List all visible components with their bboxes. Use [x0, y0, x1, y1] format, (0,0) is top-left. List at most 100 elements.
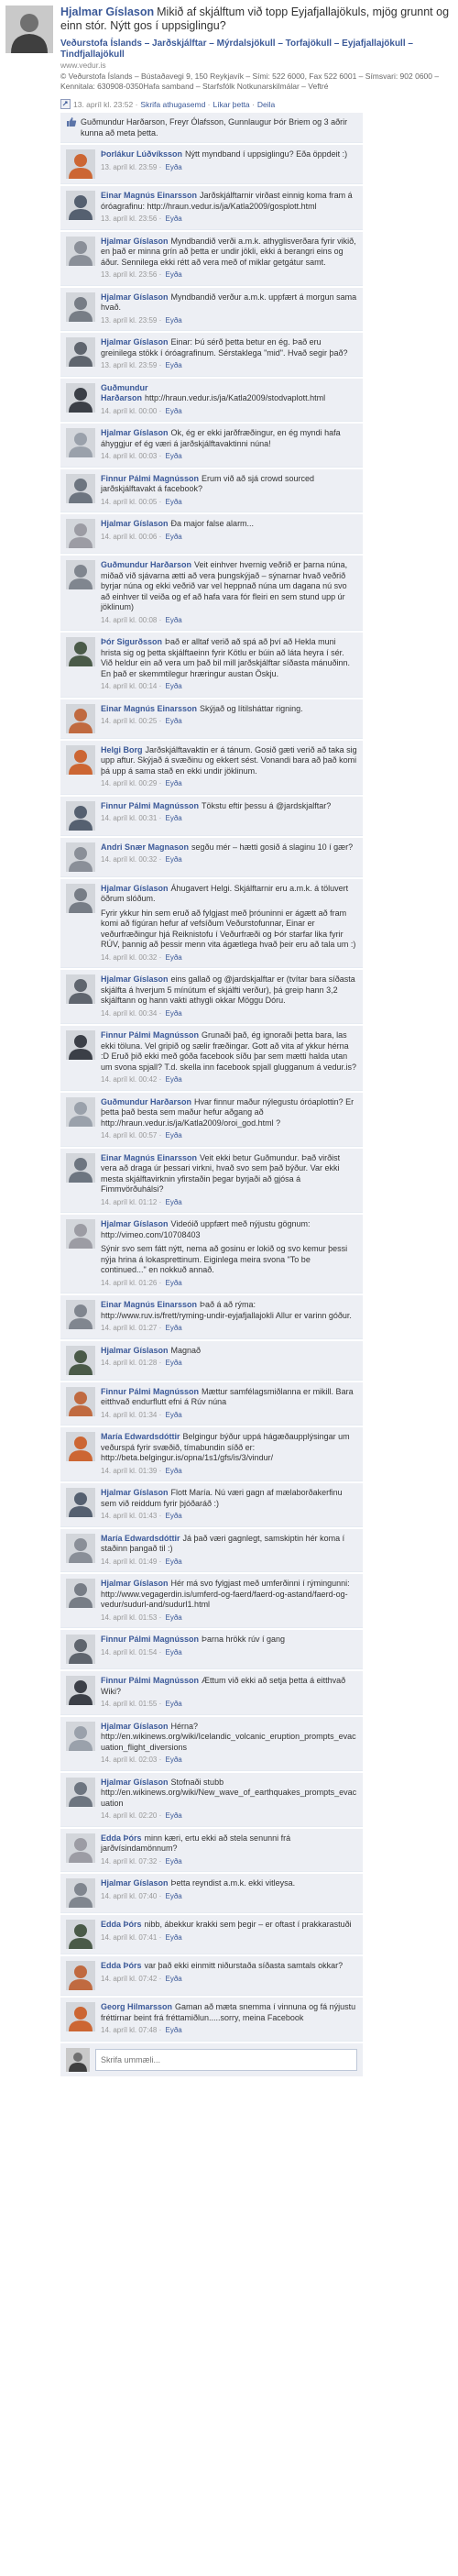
commenter-avatar[interactable] — [66, 1096, 95, 1127]
comment-author[interactable]: Hjalmar Gíslason — [101, 1722, 169, 1731]
comment-author[interactable]: Hjalmar Gíslason — [101, 884, 169, 893]
commenter-avatar[interactable] — [66, 292, 95, 322]
delete-comment-link[interactable]: Eyða — [165, 682, 181, 690]
delete-comment-link[interactable]: Eyða — [165, 855, 181, 864]
delete-comment-link[interactable]: Eyða — [165, 1857, 181, 1866]
comment-author[interactable]: Edda Þórs — [101, 1833, 142, 1843]
delete-comment-link[interactable]: Eyða — [165, 361, 181, 369]
commenter-avatar[interactable] — [66, 637, 95, 666]
commenter-avatar[interactable] — [66, 1386, 95, 1416]
commenter-avatar[interactable] — [66, 883, 95, 913]
comment-author[interactable]: Helgi Borg — [101, 745, 143, 754]
commenter-avatar[interactable] — [66, 236, 95, 266]
attachment-title[interactable]: Veðurstofa Íslands – Jarðskjálftar – Mýr… — [60, 39, 453, 61]
commenter-avatar[interactable] — [66, 428, 95, 457]
commenter-avatar[interactable] — [66, 1878, 95, 1908]
commenter-avatar[interactable] — [66, 382, 95, 413]
commenter-avatar[interactable] — [66, 1721, 95, 1751]
comment-author[interactable]: Hjalmar Gíslason — [101, 237, 169, 246]
comment-author[interactable]: Finnur Pálmi Magnússon — [101, 1676, 199, 1685]
delete-comment-link[interactable]: Eyða — [165, 1811, 181, 1820]
delete-comment-link[interactable]: Eyða — [165, 1279, 181, 1287]
commenter-avatar[interactable] — [66, 560, 95, 589]
delete-comment-link[interactable]: Eyða — [165, 270, 181, 279]
post-author-avatar[interactable] — [5, 6, 53, 53]
delete-comment-link[interactable]: Eyða — [165, 1975, 181, 1983]
likes-text[interactable]: Guðmundur Harðarson, Freyr Ólafsson, Gun… — [81, 116, 357, 138]
comment-author[interactable]: Guðmundur Harðarson — [101, 383, 148, 403]
comment-author[interactable]: Hjalmar Gíslason — [101, 292, 169, 302]
commenter-avatar[interactable] — [66, 149, 95, 179]
comment-author[interactable]: Hjalmar Gíslason — [101, 1219, 169, 1228]
commenter-avatar[interactable] — [66, 1777, 95, 1807]
delete-comment-link[interactable]: Eyða — [165, 1324, 181, 1332]
comment-author[interactable]: Þorlákur Lúðvíksson — [101, 149, 182, 159]
comment-author[interactable]: Hjalmar Gíslason — [101, 1346, 169, 1355]
delete-comment-link[interactable]: Eyða — [165, 1756, 181, 1764]
commenter-avatar[interactable] — [66, 1579, 95, 1608]
commenter-avatar[interactable] — [66, 1219, 95, 1249]
delete-comment-link[interactable]: Eyða — [165, 2026, 181, 2034]
comment-author[interactable]: Hjalmar Gíslason — [101, 428, 169, 437]
delete-comment-link[interactable]: Eyða — [165, 779, 181, 787]
post-author[interactable]: Hjalmar Gíslason — [60, 6, 154, 18]
delete-comment-link[interactable]: Eyða — [165, 1131, 181, 1139]
comment-author[interactable]: Hjalmar Gíslason — [101, 1579, 169, 1588]
comment-author[interactable]: Hjalmar Gíslason — [101, 974, 169, 984]
delete-comment-link[interactable]: Eyða — [165, 1075, 181, 1084]
commenter-avatar[interactable] — [66, 974, 95, 1004]
delete-comment-link[interactable]: Eyða — [165, 1648, 181, 1657]
delete-comment-link[interactable]: Eyða — [165, 1009, 181, 1018]
comment-author[interactable]: Finnur Pálmi Magnússon — [101, 474, 199, 483]
commenter-avatar[interactable] — [66, 519, 95, 548]
comment-author[interactable]: Finnur Pálmi Magnússon — [101, 801, 199, 810]
comment-author[interactable]: Guðmundur Harðarson — [101, 1097, 191, 1106]
delete-comment-link[interactable]: Eyða — [165, 1359, 181, 1367]
delete-comment-link[interactable]: Eyða — [165, 1892, 181, 1900]
comment-link[interactable]: Skrifa athugasemd — [140, 100, 205, 109]
delete-comment-link[interactable]: Eyða — [165, 1411, 181, 1419]
comment-author[interactable]: Einar Magnús Einarsson — [101, 1300, 197, 1309]
comment-author[interactable]: Finnur Pálmi Magnússon — [101, 1030, 199, 1040]
delete-comment-link[interactable]: Eyða — [165, 1933, 181, 1942]
comment-author[interactable]: Hjalmar Gíslason — [101, 519, 169, 528]
delete-comment-link[interactable]: Eyða — [165, 1613, 181, 1622]
delete-comment-link[interactable]: Eyða — [165, 953, 181, 962]
comment-author[interactable]: Finnur Pálmi Magnússon — [101, 1387, 199, 1396]
commenter-avatar[interactable] — [66, 744, 95, 775]
comment-author[interactable]: Hjalmar Gíslason — [101, 1878, 169, 1888]
commenter-avatar[interactable] — [66, 1833, 95, 1863]
delete-comment-link[interactable]: Eyða — [165, 616, 181, 624]
delete-comment-link[interactable]: Eyða — [165, 452, 181, 460]
delete-comment-link[interactable]: Eyða — [165, 533, 181, 541]
comment-author[interactable]: Guðmundur Harðarson — [101, 560, 191, 569]
comment-author[interactable]: Hjalmar Gíslason — [101, 1778, 169, 1787]
commenter-avatar[interactable] — [66, 1152, 95, 1183]
delete-comment-link[interactable]: Eyða — [165, 717, 181, 725]
commenter-avatar[interactable] — [66, 1635, 95, 1664]
delete-comment-link[interactable]: Eyða — [165, 215, 181, 223]
comment-author[interactable]: Hjalmar Gíslason — [101, 337, 169, 347]
delete-comment-link[interactable]: Eyða — [165, 407, 181, 415]
comment-author[interactable]: María Edwardsdóttir — [101, 1432, 180, 1441]
commenter-avatar[interactable] — [66, 1676, 95, 1705]
commenter-avatar[interactable] — [66, 1345, 95, 1375]
delete-comment-link[interactable]: Eyða — [165, 163, 181, 171]
commenter-avatar[interactable] — [66, 1920, 95, 1949]
commenter-avatar[interactable] — [66, 1432, 95, 1461]
commenter-avatar[interactable] — [66, 703, 95, 733]
delete-comment-link[interactable]: Eyða — [165, 1512, 181, 1520]
commenter-avatar[interactable] — [66, 337, 95, 367]
delete-comment-link[interactable]: Eyða — [165, 316, 181, 325]
delete-comment-link[interactable]: Eyða — [165, 1558, 181, 1566]
share-link[interactable]: Deila — [257, 100, 275, 109]
post-timestamp[interactable]: 13. apríl kl. 23:52 — [73, 100, 133, 109]
delete-comment-link[interactable]: Eyða — [165, 1700, 181, 1708]
commenter-avatar[interactable] — [66, 2002, 95, 2031]
commenter-avatar[interactable] — [66, 1030, 95, 1060]
comment-input[interactable] — [95, 2048, 357, 2071]
delete-comment-link[interactable]: Eyða — [165, 498, 181, 506]
delete-comment-link[interactable]: Eyða — [165, 1198, 181, 1206]
delete-comment-link[interactable]: Eyða — [165, 814, 181, 822]
commenter-avatar[interactable] — [66, 191, 95, 220]
